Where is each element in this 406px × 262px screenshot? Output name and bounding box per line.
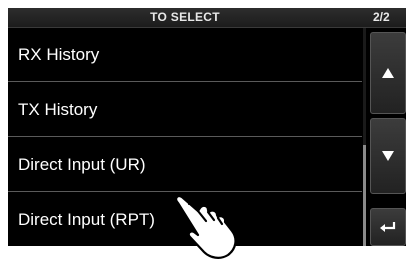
list-item-label: Direct Input (UR) bbox=[18, 155, 146, 174]
triangle-down-icon bbox=[382, 151, 394, 161]
page-indicator: 2/2 bbox=[373, 10, 390, 24]
list-item-label: Direct Input (RPT) bbox=[18, 210, 155, 229]
triangle-up-icon bbox=[382, 68, 394, 78]
scroll-up-button[interactable] bbox=[370, 32, 406, 114]
list-item-direct-input-ur[interactable]: Direct Input (UR) bbox=[8, 138, 362, 192]
list-item-label: RX History bbox=[18, 45, 100, 64]
scrollbar-thumb[interactable] bbox=[363, 145, 366, 246]
list-item-rx-history[interactable]: RX History bbox=[8, 28, 362, 82]
screen-title: TO SELECT bbox=[150, 10, 220, 24]
title-bar: TO SELECT 2/2 bbox=[8, 8, 406, 28]
list-item-label: TX History bbox=[18, 100, 98, 119]
back-button[interactable] bbox=[370, 208, 406, 246]
scroll-down-button[interactable] bbox=[370, 118, 406, 194]
list-item-tx-history[interactable]: TX History bbox=[8, 83, 362, 137]
pointing-hand-icon bbox=[168, 194, 237, 259]
return-arrow-icon bbox=[380, 222, 396, 232]
scrollbar[interactable] bbox=[363, 28, 366, 246]
